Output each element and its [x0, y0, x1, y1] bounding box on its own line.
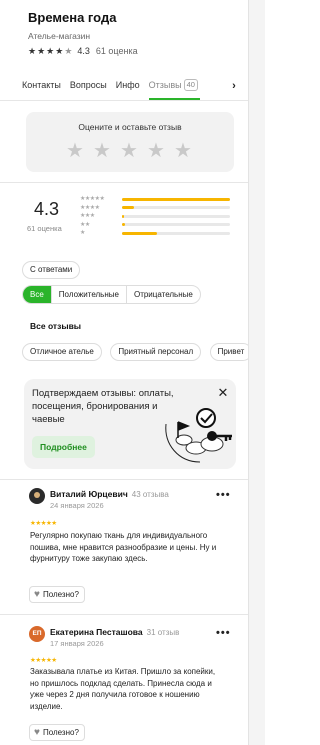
review-date: 17 января 2026 [50, 639, 104, 648]
more-options-icon[interactable]: ••• [216, 489, 231, 501]
user-avatar-icon [29, 488, 45, 504]
distribution-bar-5 [122, 197, 230, 201]
heart-icon: ♥ [34, 588, 40, 600]
tag-chip[interactable]: Отличное ателье [22, 343, 102, 361]
distribution-row-1: ★ [80, 229, 236, 238]
reviews-panel: Времена года Ателье-магазин ★ ★ ★ ★ ★ 4.… [0, 0, 248, 745]
filter-negative-button[interactable]: Отрицательные [127, 286, 200, 303]
distribution-fill-5 [122, 197, 230, 201]
useful-button[interactable]: ♥ Полезно? [29, 586, 85, 603]
promo-text: Подтверждаем отзывы: оплаты, посещения, … [32, 388, 174, 425]
divider [0, 182, 248, 183]
place-title: Времена года [28, 10, 117, 25]
review-stars: ★★★★★ [30, 657, 57, 664]
rate-star-2-button[interactable]: ★ [91, 140, 113, 162]
review-date: 24 января 2026 [50, 501, 104, 510]
distribution-stars-3: ★★★ [80, 213, 95, 220]
star-icon: ★ [28, 45, 37, 56]
distribution-stars-4: ★★★★ [80, 204, 100, 211]
useful-label: Полезно? [42, 728, 79, 737]
distribution-fill-2 [122, 223, 126, 227]
rate-star-1-button[interactable]: ★ [64, 140, 86, 162]
review-text: Регулярно покупаю ткань для индивидуальн… [30, 531, 217, 563]
divider [0, 479, 248, 480]
chevron-right-icon[interactable]: › [226, 79, 242, 93]
distribution-bar-2 [122, 223, 230, 227]
sentiment-filter: Все Положительные Отрицательные [22, 285, 201, 304]
rate-prompt-card: Оцените и оставьте отзыв ★ ★ ★ ★ ★ [26, 112, 234, 172]
heart-icon: ♥ [34, 726, 40, 738]
map-edge [248, 0, 265, 745]
tag-chip[interactable]: Привет [209, 343, 248, 361]
review-tags: Отличное ателье Приятный персонал Привет [22, 341, 248, 361]
reviews-count-badge: 40 [183, 79, 198, 91]
rate-star-4-button[interactable]: ★ [145, 140, 167, 162]
avatar[interactable]: ЕП [29, 626, 45, 642]
rate-star-3-button[interactable]: ★ [118, 140, 140, 162]
header-rating: ★ ★ ★ ★ ★ 4.3 61 оценка [28, 45, 138, 57]
tab-reviews[interactable]: Отзывы 40 [148, 72, 201, 100]
distribution-bar-4 [122, 206, 230, 210]
reviewer-name[interactable]: Виталий Юрцевич 43 отзыва [50, 489, 169, 499]
reviewer-review-count: 31 отзыв [146, 628, 180, 637]
header-rating-count[interactable]: 61 оценка [96, 46, 138, 56]
verified-illustration-icon [165, 408, 232, 463]
distribution-fill-1 [122, 231, 157, 235]
header-rating-value: 4.3 [77, 46, 90, 56]
star-icon: ★ [37, 45, 46, 56]
distribution-stars-2: ★★ [80, 221, 90, 228]
distribution-row-4: ★★★★ [80, 204, 236, 213]
promo-details-button[interactable]: Подробнее [32, 436, 95, 458]
distribution-fill-3 [122, 214, 125, 218]
distribution-stars-1: ★ [80, 230, 85, 237]
place-category: Ателье-магазин [28, 31, 91, 41]
useful-button[interactable]: ♥ Полезно? [29, 724, 85, 741]
tab-contacts[interactable]: Контакты [22, 72, 61, 100]
summary-rating: 4.3 [34, 199, 60, 219]
star-icon: ★ [55, 45, 64, 56]
distribution-row-3: ★★★ [80, 212, 236, 221]
avatar[interactable] [29, 488, 45, 504]
tabs-divider [0, 100, 248, 101]
review-stars: ★★★★★ [30, 520, 57, 527]
distribution-row-5: ★★★★★ [80, 195, 236, 204]
rate-star-5-button[interactable]: ★ [172, 140, 194, 162]
half-star-icon: ★ [64, 45, 73, 56]
review-text: Заказывала платье из Китая. Пришло за ко… [30, 667, 216, 711]
tab-questions[interactable]: Вопросы [70, 72, 107, 100]
verified-reviews-banner: Подтверждаем отзывы: оплаты, посещения, … [24, 379, 236, 469]
more-options-icon[interactable]: ••• [216, 627, 231, 639]
distribution-stars-5: ★★★★★ [80, 196, 105, 203]
distribution-bar-3 [122, 214, 230, 218]
tag-chip[interactable]: Приятный персонал [110, 343, 202, 361]
distribution-bar-1 [122, 231, 230, 235]
with-answers-filter-chip[interactable]: С ответами [22, 261, 81, 279]
tab-info[interactable]: Инфо [116, 72, 140, 100]
rating-distribution: ★★★★★ ★★★★ ★★★ ★★ ★ [80, 195, 236, 238]
rate-prompt-title: Оцените и оставьте отзыв [78, 122, 182, 132]
filter-positive-button[interactable]: Положительные [52, 286, 127, 303]
tab-bar: Контакты Вопросы Инфо Отзывы 40 [22, 72, 248, 100]
distribution-fill-4 [122, 206, 134, 210]
distribution-row-2: ★★ [80, 221, 236, 230]
divider [0, 614, 248, 615]
star-icon: ★ [46, 45, 55, 56]
rate-stars-input: ★ ★ ★ ★ ★ [64, 140, 194, 162]
header-rating-stars: ★ ★ ★ ★ ★ [28, 45, 73, 56]
all-reviews-heading: Все отзывы [30, 321, 82, 331]
filter-all-button[interactable]: Все [23, 286, 52, 303]
useful-label: Полезно? [42, 590, 79, 599]
summary-count: 61 оценка [27, 224, 62, 233]
reviewer-review-count: 43 отзыва [131, 490, 169, 499]
reviewer-name[interactable]: Екатерина Песташова 31 отзыв [50, 627, 179, 637]
